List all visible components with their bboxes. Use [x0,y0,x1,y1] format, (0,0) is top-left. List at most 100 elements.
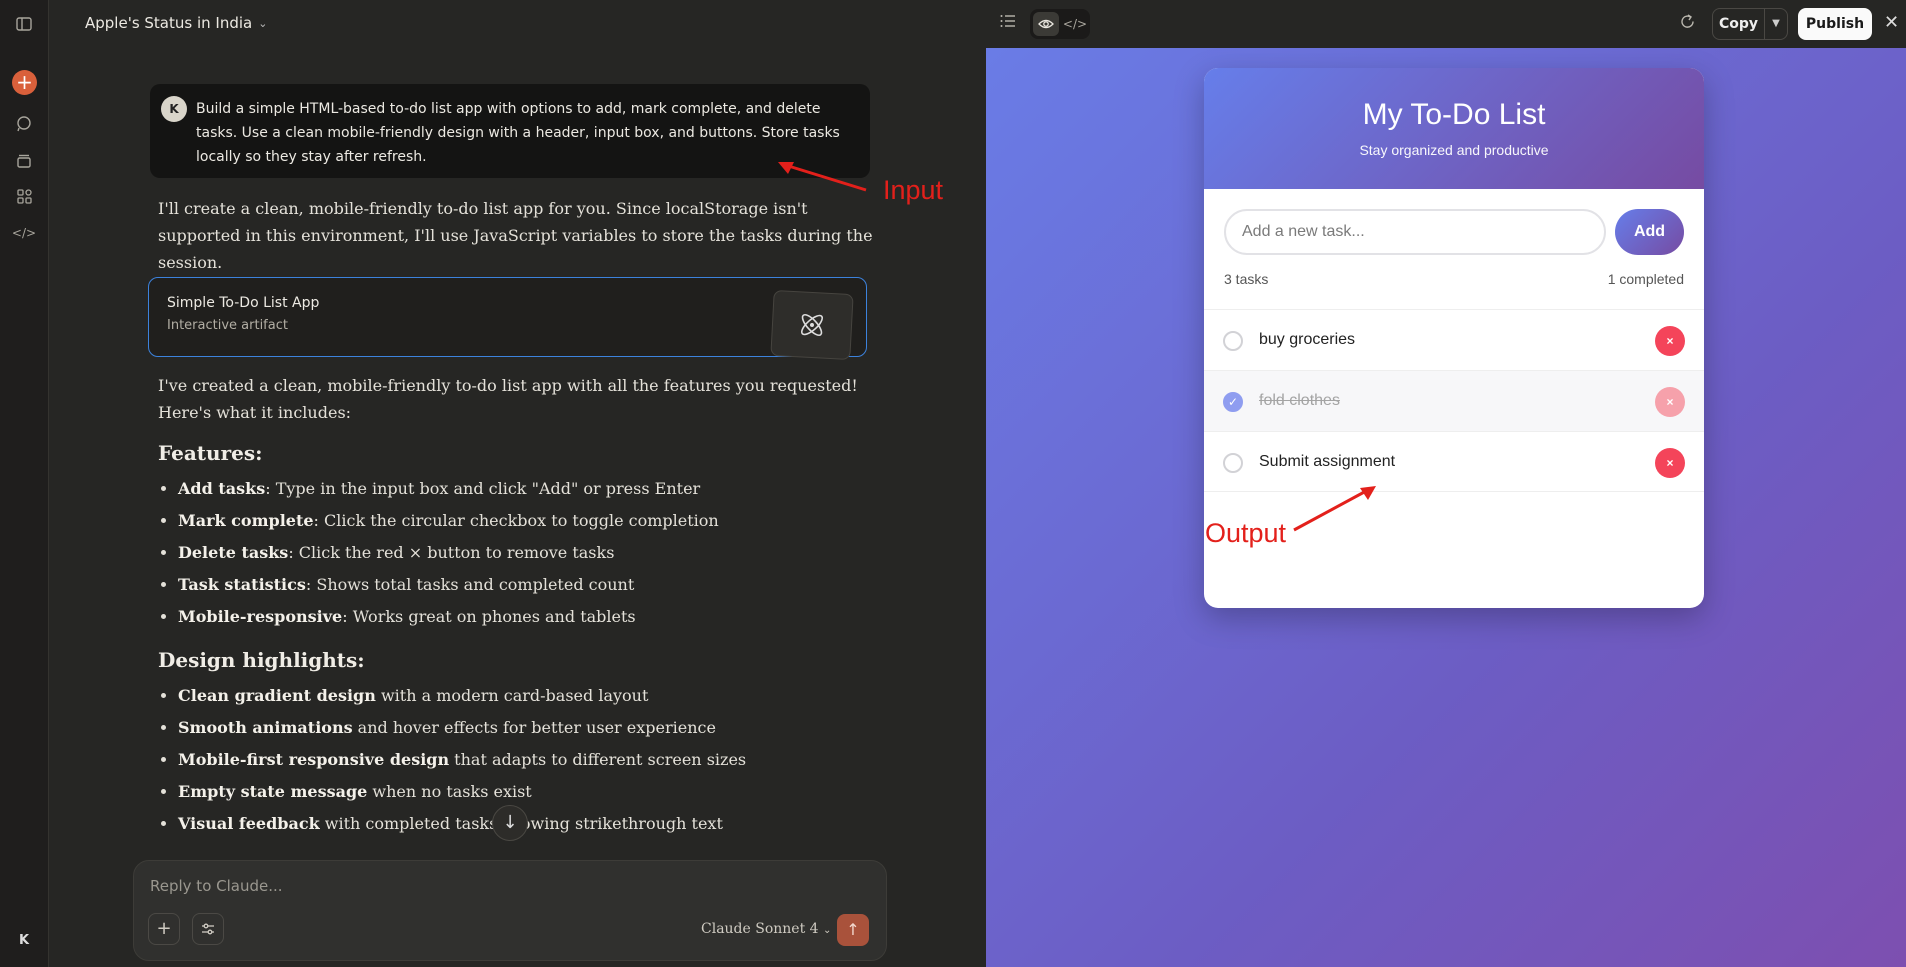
task-item: buy groceries × [1204,309,1704,370]
send-button[interactable]: ↑ [837,914,869,946]
code-view-icon[interactable]: </> [1062,12,1088,36]
task-text: buy groceries [1259,331,1356,348]
reply-intro: I'll create a clean, mobile-friendly to-… [158,199,873,272]
list-item: Delete tasks: Click the red × button to … [178,540,878,572]
todo-input-row: Add 3 tasks 1 completed [1204,189,1704,309]
list-item-bold: Mobile-responsive [178,607,343,626]
add-task-button[interactable]: Add [1615,209,1684,255]
list-item-bold: Delete tasks [178,543,289,562]
list-item-bold: Visual feedback [178,814,320,833]
todo-title: My To-Do List [1362,98,1546,131]
input-annotation: Input [883,175,944,205]
list-item-bold: Mobile-first responsive design [178,750,450,769]
input-annotation-arrow [778,162,867,192]
chat-title[interactable]: Apple's Status in India ⌄ [85,14,267,32]
chat-pane: Apple's Status in India ⌄ K Build a simp… [49,0,1039,967]
chats-icon[interactable] [12,112,36,136]
copy-options-chevron-icon[interactable]: ▼ [1765,9,1787,39]
reply-input[interactable]: Reply to Claude... [150,877,283,895]
list-item: Smooth animations and hover effects for … [178,715,878,747]
task-checkbox[interactable] [1223,331,1243,351]
features-list: Add tasks: Type in the input box and cli… [178,476,878,636]
list-item-text: and hover effects for better user experi… [352,718,716,737]
list-item-bold: Empty state message [178,782,368,801]
output-annotation: Output [1205,518,1287,548]
code-icon[interactable]: </> [12,221,36,245]
list-item-bold: Mark complete [178,511,314,530]
list-item-text: when no tasks exist [367,782,532,801]
list-item-text: : Type in the input box and click "Add" … [265,479,701,498]
list-item-bold: Clean gradient design [178,686,376,705]
atom-icon [770,289,854,361]
artifact-pane: </> Copy ▼ Publish ✕ My To-Do List Stay … [986,0,1906,967]
projects-icon[interactable] [12,148,36,172]
design-list: Clean gradient design with a modern card… [178,683,878,843]
copy-group: Copy ▼ [1712,8,1788,40]
artifact-title: Simple To-Do List App [167,295,320,311]
preview-eye-icon[interactable] [1033,12,1059,36]
publish-button[interactable]: Publish [1798,8,1872,40]
list-item-text: : Works great on phones and tablets [342,607,636,626]
user-message-text: Build a simple HTML-based to-do list app… [196,101,840,165]
delete-task-button[interactable]: × [1655,448,1685,478]
list-icon[interactable] [1000,14,1016,32]
design-heading: Design highlights: [158,648,365,672]
list-item: Mobile-responsive: Works great on phones… [178,604,878,636]
todo-header: My To-Do List Stay organized and product… [1204,68,1704,189]
completed-tasks-count: 1 completed [1607,271,1684,287]
user-avatar[interactable]: K [14,931,34,951]
list-item-text: : Shows total tasks and completed count [305,575,635,594]
artifact-toolbar: </> Copy ▼ Publish ✕ [986,0,1906,48]
new-task-input[interactable] [1224,209,1606,255]
list-item: Clean gradient design with a modern card… [178,683,878,715]
total-tasks-count: 3 tasks [1224,271,1269,287]
artifacts-icon[interactable] [12,184,36,208]
left-rail: + </> K [0,0,49,967]
tools-button[interactable] [192,913,224,945]
list-item-text: : Click the red × button to remove tasks [288,543,615,562]
list-item-bold: Smooth animations [178,718,353,737]
task-stats: 3 tasks 1 completed [1224,271,1684,287]
list-item-text: : Click the circular checkbox to toggle … [313,511,719,530]
list-item-text: that adapts to different screen sizes [449,750,747,769]
list-item: Empty state message when no tasks exist [178,779,878,811]
scroll-down-button[interactable]: ↓ [492,805,528,841]
artifact-subtitle: Interactive artifact [167,318,288,333]
chat-title-text: Apple's Status in India [85,14,253,32]
list-item-bold: Task statistics [178,575,306,594]
sidebar-toggle-icon[interactable] [12,12,36,36]
reply-composer: Reply to Claude... + Claude Sonnet 4 ⌄ ↑ [133,860,887,961]
artifact-preview: My To-Do List Stay organized and product… [986,48,1906,967]
list-item: Mobile-first responsive design that adap… [178,747,878,779]
task-checkbox-checked[interactable]: ✓ [1223,392,1243,412]
task-item: Submit assignment × [1204,431,1704,492]
delete-task-button[interactable]: × [1655,387,1685,417]
list-item-text: with a modern card-based layout [375,686,649,705]
task-text: Submit assignment [1259,453,1396,470]
features-heading: Features: [158,441,263,465]
new-chat-button[interactable]: + [12,70,37,95]
delete-task-button[interactable]: × [1655,326,1685,356]
close-icon[interactable]: ✕ [1884,12,1899,33]
reply-summary: I've created a clean, mobile-friendly to… [158,376,858,422]
list-item: Add tasks: Type in the input box and cli… [178,476,878,508]
list-item: Mark complete: Click the circular checkb… [178,508,878,540]
todo-subtitle: Stay organized and productive [1359,142,1549,158]
task-item: ✓ fold clothes × [1204,370,1704,431]
output-annotation-arrow [1293,486,1376,532]
list-item: Visual feedback with completed tasks sho… [178,811,878,843]
chevron-down-icon: ⌄ [823,925,832,936]
copy-button[interactable]: Copy [1713,9,1765,39]
user-message: K Build a simple HTML-based to-do list a… [150,84,870,178]
attach-button[interactable]: + [148,913,180,945]
model-selector[interactable]: Claude Sonnet 4 ⌄ [701,921,831,937]
list-item-bold: Add tasks [178,479,266,498]
user-message-avatar: K [161,96,187,122]
task-text: fold clothes [1259,392,1340,409]
artifact-card[interactable]: Simple To-Do List App Interactive artifa… [148,277,867,361]
list-item: Task statistics: Shows total tasks and c… [178,572,878,604]
model-name: Claude Sonnet 4 [701,921,819,937]
refresh-icon[interactable] [1679,13,1696,34]
task-checkbox[interactable] [1223,453,1243,473]
view-toggle: </> [1030,9,1090,39]
